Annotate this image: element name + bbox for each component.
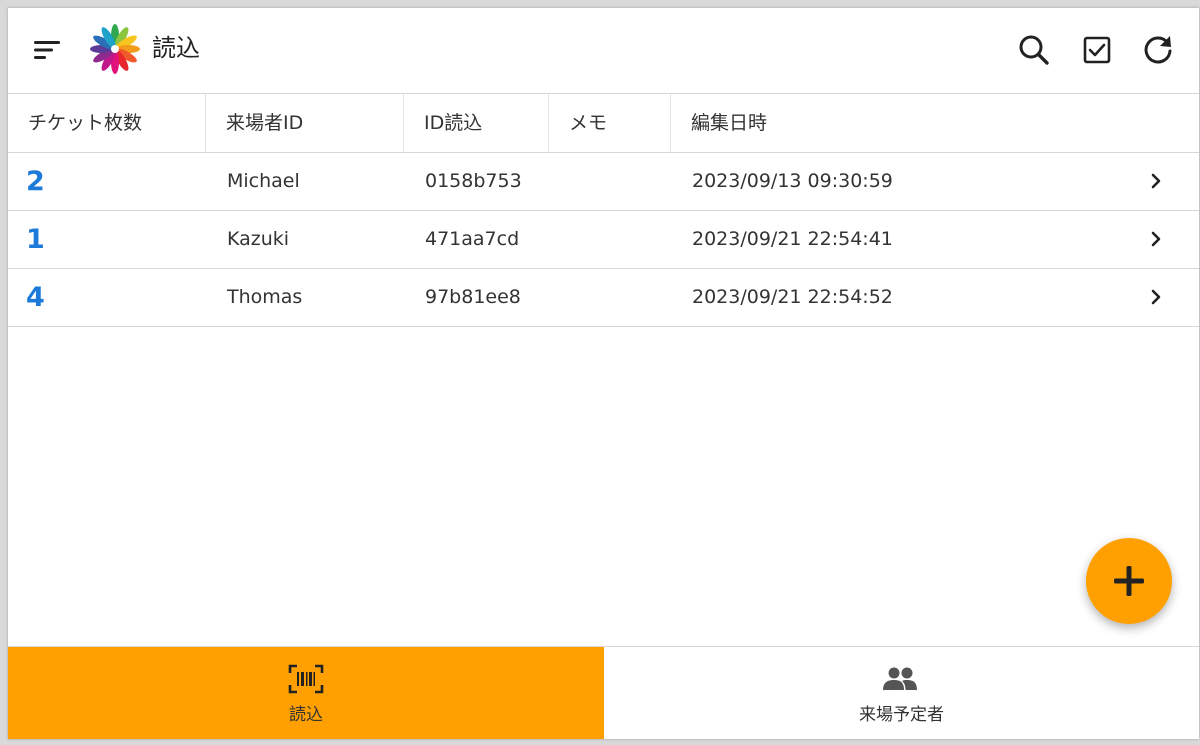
chevron-right-icon[interactable] <box>1146 229 1166 249</box>
column-header-id-read[interactable]: ID読込 <box>404 94 549 152</box>
id-read-value: 97b81ee8 <box>425 286 521 308</box>
chevron-right-icon[interactable] <box>1146 287 1166 307</box>
search-icon[interactable] <box>1016 32 1052 68</box>
edited-at: 2023/09/13 09:30:59 <box>692 170 893 192</box>
table-row[interactable]: 1 Kazuki 471aa7cd 2023/09/21 22:54:41 <box>8 211 1199 269</box>
add-button[interactable] <box>1086 538 1172 624</box>
column-header-memo[interactable]: メモ <box>549 94 671 152</box>
add-icon <box>1114 566 1144 596</box>
bottom-nav: 読込 来場予定者 <box>8 646 1199 739</box>
ticket-count: 4 <box>26 282 45 313</box>
nav-label-scan: 読込 <box>289 705 323 725</box>
table-row[interactable]: 2 Michael 0158b753 2023/09/13 09:30:59 <box>8 153 1199 211</box>
ticket-count: 1 <box>26 224 45 255</box>
nav-item-expected-visitors[interactable]: 来場予定者 <box>604 647 1199 739</box>
edited-at: 2023/09/21 22:54:41 <box>692 228 893 250</box>
ticket-count: 2 <box>26 166 45 197</box>
visitor-id: Kazuki <box>227 228 290 250</box>
people-icon <box>882 664 918 698</box>
table-header: チケット枚数 来場者ID ID読込 メモ 編集日時 <box>8 94 1199 153</box>
column-header-visitor-id[interactable]: 来場者ID <box>206 94 404 152</box>
page-title: 読込 <box>152 34 200 62</box>
chevron-right-icon[interactable] <box>1146 171 1166 191</box>
app-window: 読込 チケット枚数 来場者ID ID読込 メモ 編集日時 2 Michael 0… <box>8 8 1199 739</box>
flower-logo <box>88 22 142 76</box>
refresh-icon[interactable] <box>1140 32 1176 68</box>
nav-label-expected-visitors: 来場予定者 <box>859 705 944 725</box>
visitor-id: Michael <box>227 170 300 192</box>
check-box-icon[interactable] <box>1079 32 1115 68</box>
id-read-value: 471aa7cd <box>425 228 520 250</box>
id-read-value: 0158b753 <box>425 170 522 192</box>
barcode-scan-icon <box>288 664 324 698</box>
column-header-tickets[interactable]: チケット枚数 <box>8 94 206 152</box>
table-row[interactable]: 4 Thomas 97b81ee8 2023/09/21 22:54:52 <box>8 269 1199 327</box>
sort-menu-icon[interactable] <box>32 37 62 63</box>
column-header-edited-at[interactable]: 編集日時 <box>671 94 971 152</box>
visitor-id: Thomas <box>227 286 303 308</box>
edited-at: 2023/09/21 22:54:52 <box>692 286 893 308</box>
app-bar: 読込 <box>8 8 1199 94</box>
nav-item-scan[interactable]: 読込 <box>8 647 604 739</box>
